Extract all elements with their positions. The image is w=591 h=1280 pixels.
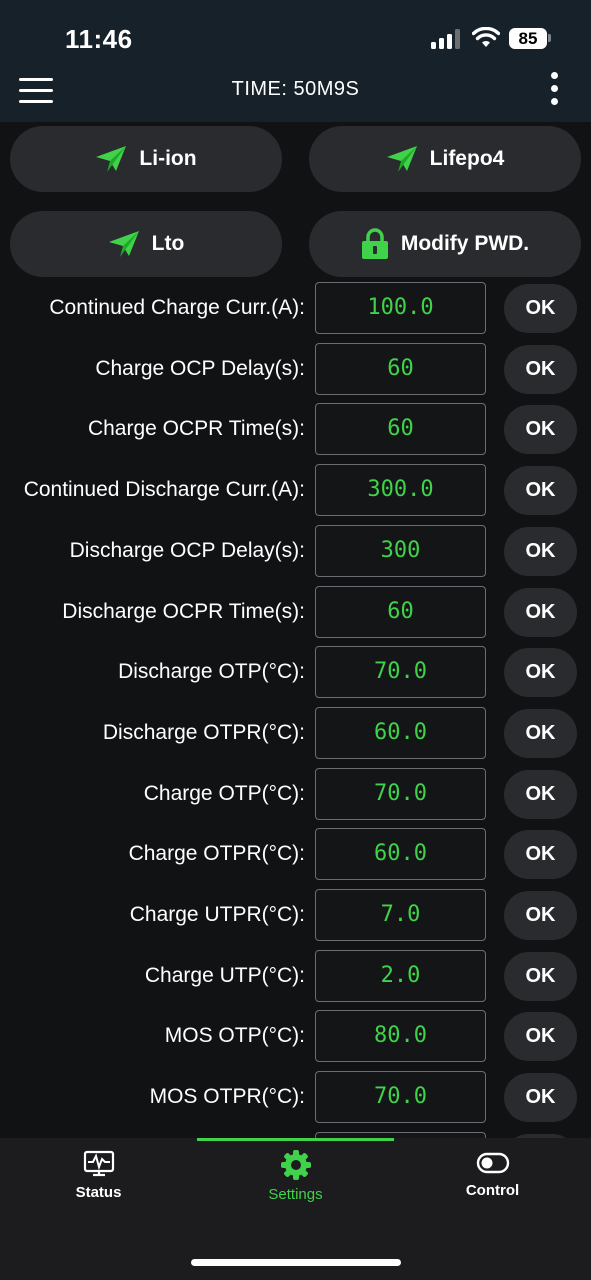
setting-row: Discharge OTP(°C): 70.0 OK [0,646,591,698]
preset-button-2[interactable]: Lto [10,211,282,277]
setting-row: Charge UTP(°C): 2.0 OK [0,950,591,1002]
setting-value-input[interactable]: 60 [315,403,486,455]
tab-control[interactable]: Control [394,1150,591,1202]
setting-row: MOS OTP(°C): 80.0 OK [0,1010,591,1062]
setting-value-input[interactable]: 60 [315,343,486,395]
preset-label: Modify PWD. [400,232,530,255]
status-time: 11:46 [65,24,133,54]
setting-label: Discharge OTPR(°C): [102,721,305,744]
setting-label: Discharge OCPR Time(s): [62,600,305,623]
setting-row: Charge OTPR(°C): 60.0 OK [0,828,591,880]
setting-row: Charge OTP(°C): 70.0 OK [0,768,591,820]
setting-value-input[interactable]: 70.0 [315,646,486,698]
setting-row: Charge UTPR(°C): 7.0 OK [0,889,591,941]
preset-button-0[interactable]: Li-ion [10,126,282,192]
setting-label: Discharge OTP(°C): [118,660,305,683]
setting-row: Continued Charge Curr.(A): 100.0 OK [0,282,591,334]
setting-label: MOS OTP(°C): [164,1024,305,1047]
setting-label: Continued Discharge Curr.(A): [23,478,305,501]
battery-tip [548,34,551,42]
setting-row: Discharge OTPR(°C): 60.0 OK [0,707,591,759]
tab-settings[interactable]: Settings [197,1150,394,1203]
setting-row: Charge OCPR Time(s): 60 OK [0,403,591,455]
ok-button[interactable]: OK [504,830,577,879]
lock-icon [361,228,388,259]
setting-value-input[interactable]: 300 [315,525,486,577]
ok-button[interactable]: OK [504,1073,577,1122]
header-title: TIME: 50M9S [231,78,360,100]
setting-value-input[interactable]: 100.0 [315,282,486,334]
more-options-icon[interactable] [549,72,559,108]
preset-button-1[interactable]: Lifepo4 [309,126,581,192]
ok-button[interactable]: OK [504,952,577,1001]
setting-label: Discharge OCP Delay(s): [69,539,305,562]
setting-value-input[interactable]: 60.0 [315,707,486,759]
ok-button[interactable]: OK [504,770,577,819]
app-header: TIME: 50M9S [0,64,591,122]
ok-button[interactable]: OK [504,284,577,333]
ok-button[interactable]: OK [504,588,577,637]
tab-status-label: Status [75,1184,122,1201]
settings-content[interactable]: Li-ion Lifepo4 Lto Modify PWD. Continued Ch… [0,122,591,1138]
status-bar: 11:46 85 [0,0,591,64]
ok-button[interactable]: OK [504,648,577,697]
toggle-icon [476,1152,509,1174]
wifi-icon [472,27,500,47]
setting-label: Charge UTPR(°C): [129,903,305,926]
ok-button[interactable]: OK [504,527,577,576]
cellular-signal-icon [431,29,460,49]
setting-value-input[interactable]: 7.0 [315,889,486,941]
setting-row: Charge OCP Delay(s): 60 OK [0,343,591,395]
paper-plane-icon [108,231,139,257]
setting-value-input[interactable]: 60 [315,586,486,638]
paper-plane-icon [96,146,127,172]
setting-row: Discharge OCP Delay(s): 300 OK [0,525,591,577]
home-indicator [191,1259,401,1266]
monitor-icon [83,1150,114,1177]
ok-button[interactable]: OK [504,1012,577,1061]
ok-button[interactable]: OK [504,405,577,454]
gear-icon [280,1150,311,1180]
battery-indicator: 85 [509,28,547,49]
setting-row: Continued Discharge Curr.(A): 300.0 OK [0,464,591,516]
setting-label: Charge OCP Delay(s): [95,357,305,380]
setting-label: Charge OCPR Time(s): [87,417,305,440]
setting-label: Charge OTPR(°C): [128,842,305,865]
ok-button[interactable]: OK [504,891,577,940]
preset-label: Li-ion [139,147,197,170]
setting-value-input[interactable]: 80.0 [315,1010,486,1062]
preset-button-3[interactable]: Modify PWD. [309,211,581,277]
setting-label: Charge UTP(°C): [144,964,305,987]
tab-settings-label: Settings [268,1186,323,1203]
setting-value-input[interactable]: 70.0 [315,1071,486,1123]
ok-button[interactable]: OK [504,466,577,515]
setting-row: Discharge OCPR Time(s): 60 OK [0,586,591,638]
preset-label: Lto [151,232,185,255]
active-tab-indicator [197,1138,394,1141]
setting-value-input[interactable]: 2.0 [315,950,486,1002]
setting-label: Charge OTP(°C): [143,782,305,805]
setting-value-input[interactable]: 70.0 [315,768,486,820]
preset-label: Lifepo4 [429,147,505,170]
setting-value-input[interactable]: 300.0 [315,464,486,516]
setting-label: MOS OTPR(°C): [149,1085,305,1108]
setting-value-input[interactable]: 60.0 [315,828,486,880]
tab-status[interactable]: Status [0,1150,197,1202]
ok-button[interactable]: OK [504,345,577,394]
paper-plane-icon [386,146,417,172]
tab-control-label: Control [465,1182,520,1199]
setting-label: Continued Charge Curr.(A): [49,296,305,319]
ok-button[interactable]: OK [504,709,577,758]
setting-row: MOS OTPR(°C): 70.0 OK [0,1071,591,1123]
